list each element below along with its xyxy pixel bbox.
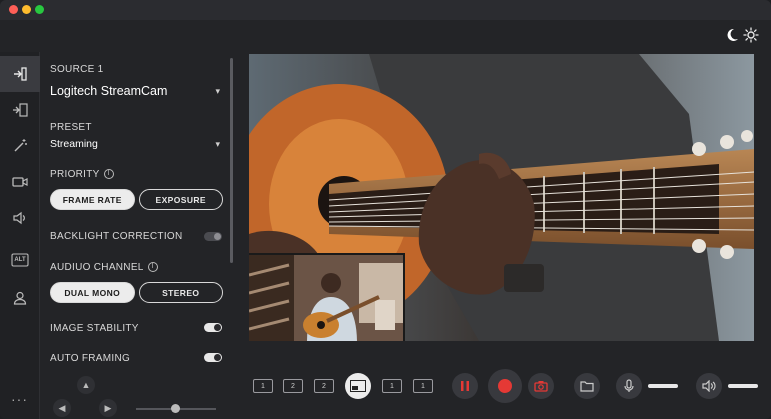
layout-single-label: 1 xyxy=(261,382,265,390)
bottom-toolbar: 1 2 2 1 1 xyxy=(236,362,771,419)
record-button[interactable] xyxy=(488,369,522,403)
magic-wand-icon xyxy=(14,139,27,152)
auto-framing-label: AUTO FRAMING xyxy=(50,353,131,364)
layout-stacked-button[interactable]: 1 xyxy=(413,379,433,393)
layout-split-label: 2 xyxy=(322,382,326,390)
rail-item-effects[interactable] xyxy=(0,128,40,164)
record-icon xyxy=(498,379,512,393)
alt-label: ALT xyxy=(14,257,26,263)
zoom-slider-handle[interactable] xyxy=(171,404,180,413)
side-rail: ALT ··· xyxy=(0,52,40,419)
image-stability-label: IMAGE STABILITY xyxy=(50,323,139,334)
backlight-toggle[interactable] xyxy=(204,232,222,241)
source-2-icon xyxy=(13,103,28,117)
more-menu-button[interactable]: ··· xyxy=(11,391,28,407)
info-icon[interactable]: i xyxy=(147,262,158,273)
zoom-window-button[interactable] xyxy=(35,5,44,14)
image-stability-toggle[interactable] xyxy=(204,323,222,332)
backlight-label: BACKLIGHT CORRECTION xyxy=(50,231,183,242)
dual-mono-button[interactable]: DUAL MONO xyxy=(50,282,135,303)
chevron-down-icon: ▾ xyxy=(215,138,220,149)
rail-item-source-2[interactable] xyxy=(0,92,40,128)
auto-framing-toggle[interactable] xyxy=(204,353,222,362)
pip-layout-icon xyxy=(350,380,366,392)
pause-icon xyxy=(461,381,469,391)
microphone-button[interactable] xyxy=(616,373,642,399)
sun-icon[interactable] xyxy=(743,27,759,43)
video-camera-icon xyxy=(12,177,28,187)
moon-icon[interactable] xyxy=(724,27,740,43)
title-bar xyxy=(0,0,771,20)
rail-item-account[interactable] xyxy=(0,280,40,316)
layout-side-label: 1 xyxy=(390,382,394,390)
camera-icon xyxy=(534,381,548,392)
preset-select[interactable]: Streaming ▾ xyxy=(50,138,220,150)
microphone-level-slider[interactable] xyxy=(648,384,678,388)
rail-item-source-1[interactable] xyxy=(0,56,40,92)
pause-button[interactable] xyxy=(452,373,478,399)
layout-dual-label: 2 xyxy=(291,382,295,390)
settings-panel: SOURCE 1 Logitech StreamCam ▾ PRESET Str… xyxy=(41,52,236,419)
speaker-icon xyxy=(702,380,716,392)
layout-stacked-label: 1 xyxy=(421,382,425,390)
audio-channel-label: AUDIUO CHANNEL i xyxy=(50,262,158,273)
frame-rate-button[interactable]: FRAME RATE xyxy=(50,189,135,210)
folder-icon xyxy=(580,381,594,392)
top-bar xyxy=(0,20,771,52)
layout-dual-button[interactable]: 2 xyxy=(283,379,303,393)
picture-in-picture-preview xyxy=(249,253,405,341)
preset-label: PRESET xyxy=(50,122,92,133)
guitarist-wide-shot-image xyxy=(249,255,403,341)
layout-single-button[interactable]: 1 xyxy=(253,379,273,393)
chevron-down-icon: ▾ xyxy=(215,85,220,96)
close-window-button[interactable] xyxy=(9,5,18,14)
audio-channel-toggle-group: DUAL MONO STEREO xyxy=(50,282,223,303)
camera-select-value: Logitech StreamCam xyxy=(50,84,168,98)
pan-up-button[interactable]: ▲ xyxy=(77,376,95,394)
audio-channel-label-text: AUDIUO CHANNEL xyxy=(50,262,144,273)
minimize-window-button[interactable] xyxy=(22,5,31,14)
priority-label: PRIORITY i xyxy=(50,169,114,180)
rail-item-camera[interactable] xyxy=(0,164,40,200)
source-1-icon xyxy=(14,67,27,81)
speaker-button[interactable] xyxy=(696,373,722,399)
priority-toggle-group: FRAME RATE EXPOSURE xyxy=(50,189,223,210)
app-window: ALT ··· SOURCE 1 Logitech StreamCam ▾ PR… xyxy=(0,0,771,419)
info-icon[interactable]: i xyxy=(103,169,114,180)
microphone-icon xyxy=(624,379,634,392)
source-label: SOURCE 1 xyxy=(50,64,104,75)
layout-pip-button[interactable] xyxy=(345,373,371,399)
speaker-level-slider[interactable] xyxy=(728,384,758,388)
panel-scrollbar[interactable] xyxy=(230,58,233,263)
layout-side-by-side-button[interactable]: 1 xyxy=(382,379,402,393)
speaker-icon xyxy=(13,211,25,225)
open-folder-button[interactable] xyxy=(574,373,600,399)
rail-item-alt[interactable]: ALT xyxy=(0,242,40,278)
camera-select[interactable]: Logitech StreamCam ▾ xyxy=(50,84,220,98)
priority-label-text: PRIORITY xyxy=(50,169,100,180)
pan-right-button[interactable]: ▶ xyxy=(99,399,117,417)
stereo-button[interactable]: STEREO xyxy=(138,282,223,303)
snapshot-button[interactable] xyxy=(528,373,554,399)
pan-left-button[interactable]: ◀ xyxy=(53,399,71,417)
exposure-button[interactable]: EXPOSURE xyxy=(138,189,223,210)
user-icon xyxy=(13,291,27,305)
layout-split-button[interactable]: 2 xyxy=(314,379,334,393)
preset-select-value: Streaming xyxy=(50,138,98,150)
rail-item-audio[interactable] xyxy=(0,200,40,236)
